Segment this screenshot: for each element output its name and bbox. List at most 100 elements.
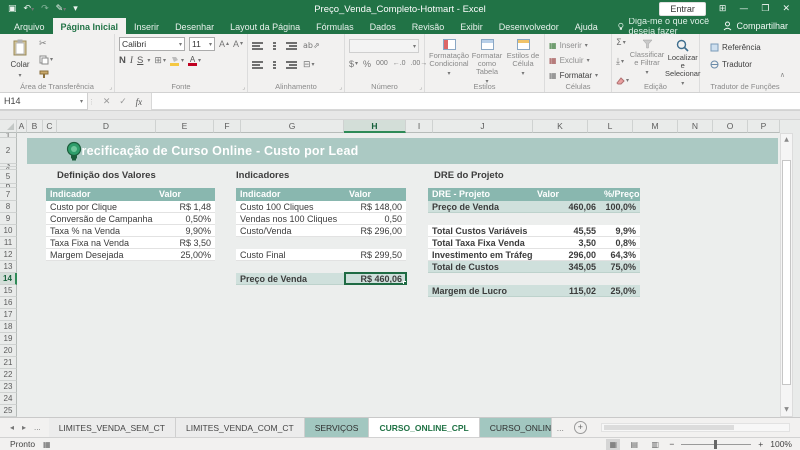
tab-página-inicial[interactable]: Página Inicial xyxy=(53,18,127,34)
row-header-14[interactable]: 14 xyxy=(0,273,17,285)
merge-center-icon[interactable]: ⊟▾ xyxy=(303,60,315,70)
column-header-F[interactable]: F xyxy=(214,120,241,133)
scroll-down-icon[interactable]: ▼ xyxy=(781,404,792,416)
bold-button[interactable]: N xyxy=(119,55,126,66)
tab-arquivo[interactable]: Arquivo xyxy=(6,18,53,34)
table-row[interactable]: Taxa % na Venda9,90% xyxy=(46,225,215,237)
sheet-canvas[interactable]: Precificação de Curso Online - Custo por… xyxy=(17,133,780,417)
column-header-M[interactable]: M xyxy=(633,120,678,133)
sort-filter-button[interactable]: Classificar e Filtrar▾ xyxy=(631,37,663,88)
touch-mode-icon[interactable]: ✎▾ xyxy=(56,4,67,14)
table-row[interactable]: Custo/VendaR$ 296,00 xyxy=(236,225,406,237)
add-sheet-button[interactable]: + xyxy=(574,421,587,434)
orientation-icon[interactable]: ab⇗ xyxy=(303,41,320,51)
percent-style-icon[interactable]: % xyxy=(363,59,371,69)
decrease-font-icon[interactable]: A▾ xyxy=(233,39,243,49)
column-header-A[interactable]: A xyxy=(17,120,27,133)
select-all-corner[interactable] xyxy=(0,120,17,133)
sheet-tab-curso-online-cpl[interactable]: CURSO_ONLINE_CPL xyxy=(369,418,479,437)
font-color-button[interactable]: A▾ xyxy=(188,56,201,66)
sheet-overflow-left[interactable]: ... xyxy=(34,423,41,432)
fill-button[interactable]: ⤓▾ xyxy=(616,57,629,67)
column-header-N[interactable]: N xyxy=(678,120,713,133)
horizontal-scrollbar[interactable] xyxy=(601,423,790,432)
sheet-tab-servicos[interactable]: SERVIÇOS xyxy=(305,418,370,437)
tab-desenhar[interactable]: Desenhar xyxy=(167,18,222,34)
column-header-B[interactable]: B xyxy=(27,120,43,133)
ribbon-display-options-icon[interactable]: ⊞ xyxy=(719,4,727,14)
row-header-20[interactable]: 20 xyxy=(0,345,17,357)
sheet-tab-curso-onlin[interactable]: CURSO_ONLIN xyxy=(480,418,552,437)
redo-icon[interactable]: ↷ xyxy=(41,4,49,14)
zoom-slider[interactable] xyxy=(681,444,751,445)
row-header-16[interactable]: 16 xyxy=(0,297,17,309)
cancel-entry-icon[interactable]: ✕ xyxy=(103,97,111,107)
row-header-25[interactable]: 25 xyxy=(0,405,17,417)
increase-decimal-icon[interactable]: ←.0 xyxy=(393,59,406,69)
align-right-icon[interactable] xyxy=(286,61,297,69)
empty-row[interactable] xyxy=(236,237,406,249)
dialog-launcher-icon[interactable]: ⌟ xyxy=(242,84,245,91)
align-center-icon[interactable] xyxy=(269,61,280,69)
row-header-15[interactable]: 15 xyxy=(0,285,17,297)
format-as-table-button[interactable]: Formatar como Tabela▾ xyxy=(469,37,505,86)
horizontal-scroll-thumb[interactable] xyxy=(604,425,734,430)
fill-color-button[interactable]: ▾ xyxy=(170,56,184,66)
confirm-entry-icon[interactable]: ✓ xyxy=(119,97,127,107)
zoom-out-button[interactable]: − xyxy=(669,439,674,449)
page-layout-view-icon[interactable]: ▤ xyxy=(627,439,641,450)
sheet-tab-limites-venda-sem-ct[interactable]: LIMITES_VENDA_SEM_CT xyxy=(49,418,176,437)
column-header-J[interactable]: J xyxy=(433,120,533,133)
tab-desenvolvedor[interactable]: Desenvolvedor xyxy=(491,18,567,34)
row-header-9[interactable]: 9 xyxy=(0,213,17,225)
row-header-17[interactable]: 17 xyxy=(0,309,17,321)
align-top-icon[interactable] xyxy=(252,42,263,50)
share-button[interactable]: Compartilhar xyxy=(723,18,800,34)
tab-layout-da-página[interactable]: Layout da Página xyxy=(222,18,308,34)
table-row[interactable]: Margem Desejada25,00% xyxy=(46,249,215,261)
column-header-I[interactable]: I xyxy=(406,120,433,133)
insert-function-icon[interactable]: fx xyxy=(136,97,143,107)
sign-in-button[interactable]: Entrar xyxy=(659,2,706,16)
borders-button[interactable]: ⊞▾ xyxy=(154,56,166,66)
row-header-2[interactable]: 2 xyxy=(0,138,17,164)
empty-row[interactable] xyxy=(236,261,406,273)
sheet-nav-right-icon[interactable]: ▸ xyxy=(22,423,26,432)
dialog-launcher-icon[interactable]: ⌟ xyxy=(419,84,422,91)
row-header-23[interactable]: 23 xyxy=(0,381,17,393)
reference-button[interactable]: Referência xyxy=(710,41,787,54)
zoom-level[interactable]: 100% xyxy=(770,439,792,449)
tab-fórmulas[interactable]: Fórmulas xyxy=(308,18,362,34)
align-bottom-icon[interactable] xyxy=(286,42,297,50)
table-row[interactable]: Margem de Lucro115,0225,0% xyxy=(428,285,640,297)
row-header-18[interactable]: 18 xyxy=(0,321,17,333)
row-header-7[interactable]: 7 xyxy=(0,188,17,201)
cut-button[interactable]: ✂ xyxy=(39,39,53,49)
restore-button[interactable]: ❐ xyxy=(761,4,769,14)
conditional-formatting-button[interactable]: Formatação Condicional▾ xyxy=(429,37,469,86)
tab-inserir[interactable]: Inserir xyxy=(126,18,167,34)
table-row-preco-venda[interactable]: Preço de VendaR$ 460,06 xyxy=(236,273,406,285)
increase-font-icon[interactable]: A▴ xyxy=(219,39,229,49)
tab-revisão[interactable]: Revisão xyxy=(404,18,453,34)
tab-dados[interactable]: Dados xyxy=(362,18,404,34)
row-header-19[interactable]: 19 xyxy=(0,333,17,345)
page-break-view-icon[interactable]: ▥ xyxy=(648,439,662,450)
align-middle-icon[interactable] xyxy=(269,42,280,50)
row-header-22[interactable]: 22 xyxy=(0,369,17,381)
paste-button[interactable]: Colar ▾ xyxy=(4,37,36,81)
table-row[interactable]: Vendas nos 100 Cliques0,50 xyxy=(236,213,406,225)
vertical-scrollbar[interactable]: ▲ ▼ xyxy=(780,133,793,417)
font-name-select[interactable]: Calibri▾ xyxy=(119,37,185,51)
tab-ajuda[interactable]: Ajuda xyxy=(567,18,606,34)
minimize-button[interactable]: — xyxy=(739,4,748,14)
table-row[interactable]: Total Taxa Fixa Venda3,500,8% xyxy=(428,237,640,249)
close-button[interactable]: ✕ xyxy=(782,4,790,14)
column-header-E[interactable]: E xyxy=(156,120,214,133)
sheet-tab-limites-venda-com-ct[interactable]: LIMITES_VENDA_COM_CT xyxy=(176,418,305,437)
table-row[interactable]: Investimento em Tráfego296,0064,3% xyxy=(428,249,640,261)
row-header-21[interactable]: 21 xyxy=(0,357,17,369)
save-icon[interactable]: ▣ xyxy=(8,4,17,14)
zoom-in-button[interactable]: + xyxy=(758,439,763,449)
underline-button[interactable]: S xyxy=(137,55,143,66)
